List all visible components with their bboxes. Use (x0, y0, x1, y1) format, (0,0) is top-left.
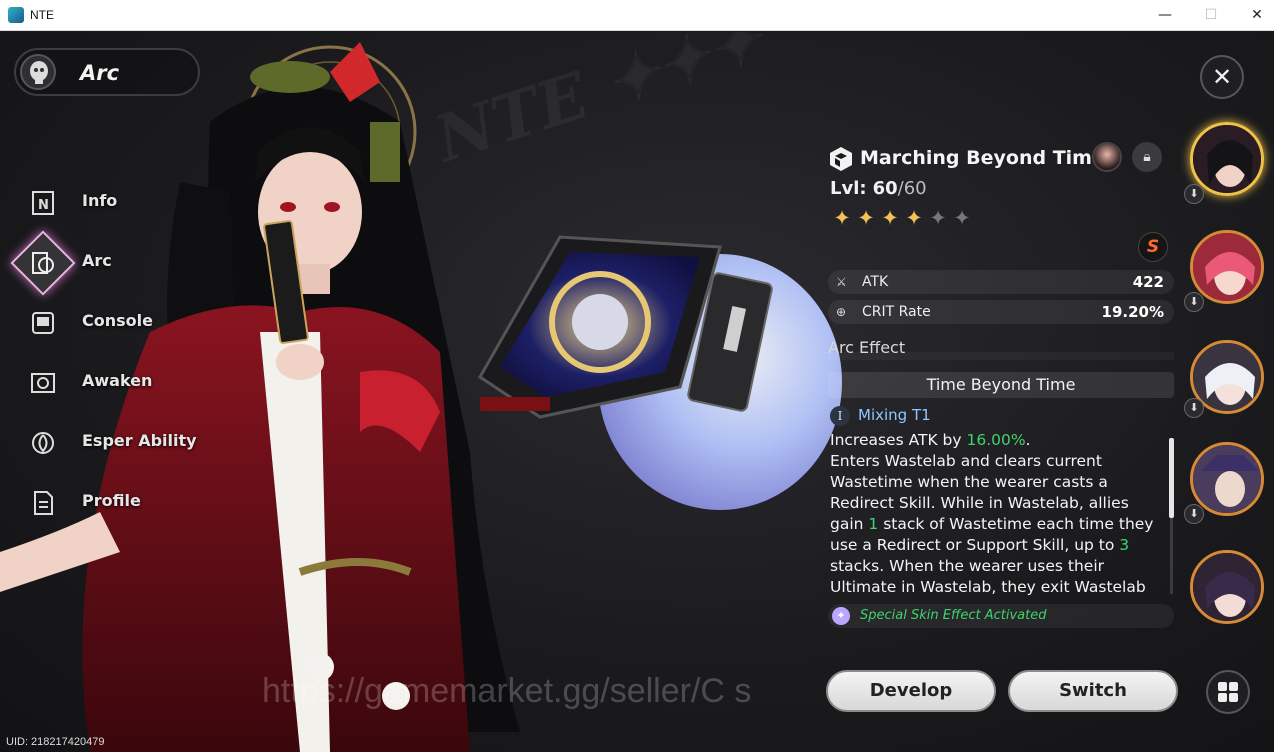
window-title: NTE (30, 8, 54, 22)
mixing-tier: I Mixing T1 (830, 406, 931, 426)
skin-effect-text: Special Skin Effect Activated (860, 608, 1047, 623)
stat-row-atk: ⚔ ATK 422 (828, 270, 1174, 294)
nav-label: Arc (82, 251, 112, 270)
nav-label: Console (82, 311, 153, 330)
sparkle-icon: ✦ (832, 607, 850, 625)
move-down-icon[interactable]: ⬇ (1184, 398, 1204, 418)
rank-badge: S (1138, 232, 1168, 262)
level-label: Lvl: (830, 178, 867, 199)
move-down-icon[interactable]: ⬇ (1184, 184, 1204, 204)
star-filled-icon: ✦ (881, 206, 899, 230)
rarity-stars: ✦ ✦ ✦ ✦ ✦ ✦ (830, 206, 974, 230)
nav-label: Esper Ability (82, 431, 197, 450)
switch-button[interactable]: Switch (1008, 670, 1178, 712)
team-member-avatar-4[interactable] (1190, 442, 1264, 516)
game-viewport: NTE ✦✦✦ Arc N Info Arc Console Awaken Es… (0, 32, 1274, 752)
profile-document-icon (34, 491, 53, 515)
effect-description[interactable]: Increases ATK by 16.00%. Enters Wastelab … (830, 430, 1166, 595)
window-close-button[interactable]: ✕ (1234, 0, 1274, 31)
window-titlebar: NTE — ☐ ✕ (0, 0, 1274, 31)
team-member-avatar-1[interactable] (1190, 122, 1264, 196)
console-icon (32, 312, 54, 334)
star-empty-icon: ✦ (929, 206, 947, 230)
nav-item-esper-ability[interactable]: Esper Ability (16, 420, 206, 464)
move-down-icon[interactable]: ⬇ (1184, 292, 1204, 312)
user-icon (30, 61, 48, 84)
character-avatar-image (1193, 445, 1261, 513)
character-avatar-image (1193, 553, 1261, 621)
character-avatar-image (1193, 233, 1261, 301)
develop-button[interactable]: Develop (826, 670, 996, 712)
svg-text:N: N (38, 198, 49, 213)
character-avatar-image (1193, 343, 1261, 411)
nav-item-info[interactable]: N Info (16, 180, 206, 224)
nav-item-arc[interactable]: Arc (10, 230, 206, 296)
close-button[interactable]: ✕ (1200, 55, 1244, 99)
star-filled-icon: ✦ (857, 206, 875, 230)
character-avatar-image (1193, 125, 1261, 193)
awaken-icon (31, 373, 55, 393)
character-name-pill[interactable]: Arc (14, 48, 200, 96)
lock-icon[interactable]: 🔒︎ (1132, 142, 1162, 172)
description-scroll-thumb[interactable] (1169, 438, 1174, 518)
nav-label: Info (82, 191, 118, 210)
star-empty-icon: ✦ (953, 206, 971, 230)
grid-menu-button[interactable] (1206, 670, 1250, 714)
arc-item-artwork (478, 235, 842, 510)
stat-value: 19.20% (1101, 303, 1164, 321)
stat-value: 422 (1132, 273, 1164, 291)
nav-item-profile[interactable]: Profile (16, 480, 206, 524)
level-current: 60 (872, 178, 898, 199)
star-filled-icon: ✦ (905, 206, 923, 230)
atk-icon: ⚔ (836, 275, 847, 289)
level-max: /60 (897, 178, 927, 199)
team-member-avatar-2[interactable] (1190, 230, 1264, 304)
move-down-icon[interactable]: ⬇ (1184, 504, 1204, 524)
arc-effect-header: Arc Effect (828, 338, 1174, 360)
stat-name: ATK (862, 274, 889, 290)
star-filled-icon: ✦ (833, 206, 851, 230)
nav-label: Awaken (82, 371, 153, 390)
arc-disc-icon (32, 252, 54, 274)
app-icon (8, 7, 24, 23)
watermark-text: https://gamemarket.gg/seller/C s (262, 672, 752, 710)
avatar (20, 54, 56, 90)
equipped-by-avatar[interactable] (1092, 142, 1122, 172)
arc-type-icon (830, 147, 852, 171)
nav-item-console[interactable]: Console (16, 300, 206, 344)
arc-level: Lvl: 60/60 (830, 178, 927, 199)
minimize-button[interactable]: — (1142, 0, 1188, 31)
team-member-avatar-5[interactable] (1190, 550, 1264, 624)
grid-icon (1218, 682, 1238, 702)
nav-label: Profile (82, 491, 141, 510)
stat-name: CRIT Rate (862, 304, 931, 320)
arc-title-row: Marching Beyond Time 🔒︎ (826, 142, 1176, 176)
mixing-label: Mixing T1 (858, 406, 931, 424)
mixing-tier-numeral: I (830, 406, 850, 426)
esper-swirl-icon (32, 432, 54, 454)
effect-name-dropdown[interactable]: Time Beyond Time (828, 372, 1174, 398)
stat-row-crit-rate: ⊕ CRIT Rate 19.20% (828, 300, 1174, 324)
maximize-button[interactable]: ☐ (1188, 0, 1234, 31)
arc-name: Marching Beyond Time (860, 147, 1105, 169)
skin-effect-row: ✦ Special Skin Effect Activated (828, 604, 1174, 628)
crit-icon: ⊕ (836, 305, 847, 319)
nav-item-awaken[interactable]: Awaken (16, 360, 206, 404)
info-book-icon: N (32, 191, 54, 215)
uid-label: UID: 218217420479 (6, 736, 105, 748)
character-name: Arc (80, 61, 120, 85)
